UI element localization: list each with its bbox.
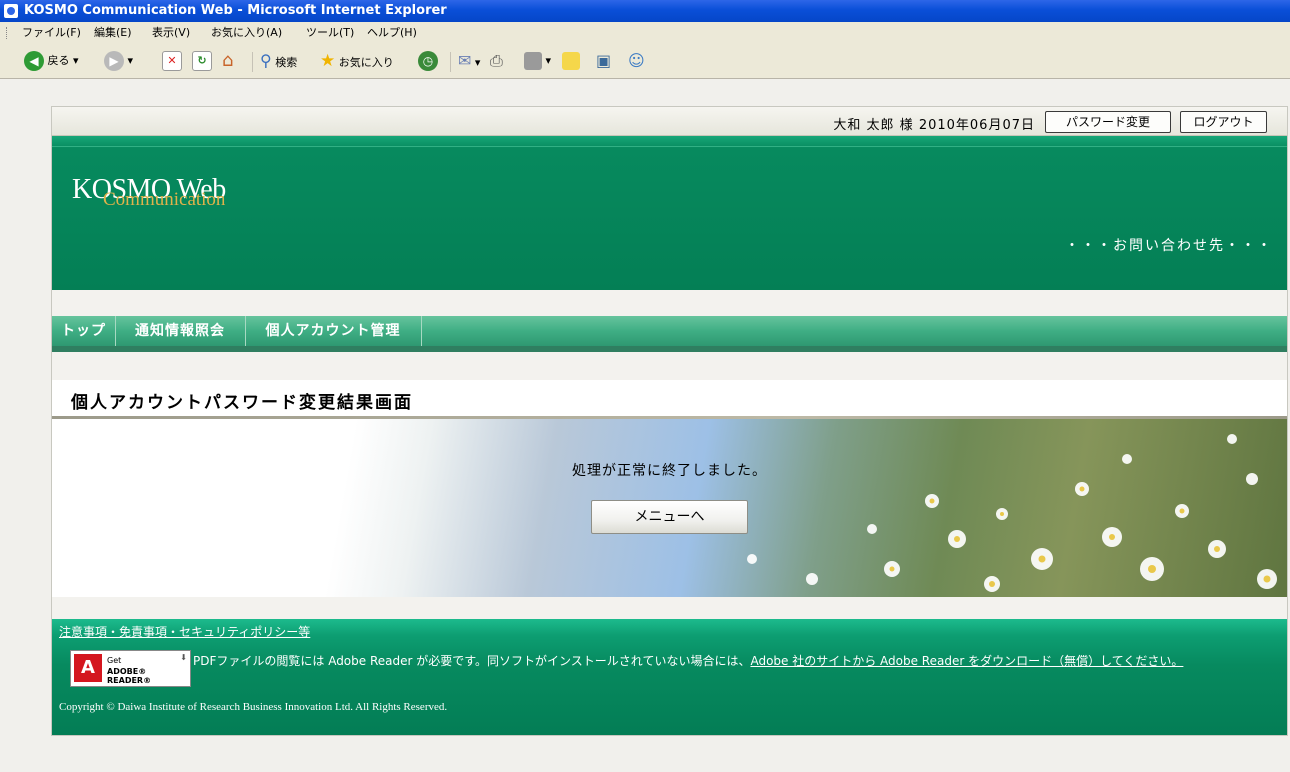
- nav-top[interactable]: トップ: [52, 316, 116, 346]
- menu-view[interactable]: 表示(V): [152, 22, 190, 44]
- discuss-button[interactable]: [562, 50, 580, 72]
- toolbar-separator: [252, 52, 253, 72]
- terms-link[interactable]: 注意事項・免責事項・セキュリティポリシー等: [59, 623, 310, 640]
- result-panel: 処理が正常に終了しました。 メニューへ: [52, 419, 1287, 597]
- stop-button[interactable]: ✕: [162, 50, 182, 72]
- pdf-notice: PDFファイルの閲覧には Adobe Reader が必要です。同ソフトがインス…: [193, 652, 1183, 669]
- refresh-icon: ↻: [192, 51, 212, 71]
- favorites-label: お気に入り: [338, 56, 394, 69]
- toolbar-separator: [450, 52, 451, 72]
- stop-icon: ✕: [162, 51, 182, 71]
- site-footer: 注意事項・免責事項・セキュリティポリシー等 A Get ADOBE® READE…: [52, 619, 1287, 735]
- pdf-icon: A: [74, 654, 102, 682]
- menu-help[interactable]: ヘルプ(H): [367, 22, 417, 44]
- favorites-star-icon: ★: [320, 51, 336, 71]
- header-line: [52, 146, 1287, 147]
- back-label: 戻る: [47, 54, 70, 67]
- edit-button[interactable]: ▾: [524, 50, 551, 72]
- edit-dropdown-icon: ▾: [545, 54, 552, 67]
- mail-dropdown-icon: ▾: [474, 56, 481, 69]
- page-title-bar: 個人アカウントパスワード変更結果画面: [52, 380, 1287, 416]
- adobe-reader-text: ADOBE® READER®: [107, 667, 152, 685]
- page-title: 個人アカウントパスワード変更結果画面: [71, 393, 413, 413]
- user-bar: 大和 太郎 様 2010年06月07日 パスワード変更 ログアウト: [52, 107, 1287, 136]
- search-icon: ⚲: [260, 51, 272, 70]
- adobe-download-link[interactable]: Adobe 社のサイトから Adobe Reader をダウンロード（無償）して…: [750, 654, 1183, 668]
- back-arrow-icon: ◀: [24, 51, 44, 71]
- pdf-notice-text: PDFファイルの閲覧には Adobe Reader が必要です。同ソフトがインス…: [193, 654, 751, 668]
- messenger-icon: ☺: [628, 51, 645, 70]
- back-dropdown-icon: ▾: [73, 54, 79, 67]
- messenger-button[interactable]: ☺: [628, 50, 645, 72]
- spacer: [52, 352, 1287, 380]
- copyright: Copyright © Daiwa Institute of Research …: [59, 701, 448, 713]
- favorites-button[interactable]: ★ お気に入り: [320, 50, 394, 72]
- history-icon: ◷: [418, 51, 438, 71]
- window-title: KOSMO Communication Web - Microsoft Inte…: [24, 3, 447, 18]
- discuss-icon: [562, 52, 580, 70]
- logout-button[interactable]: ログアウト: [1180, 111, 1267, 133]
- menu-file[interactable]: ファイル(F): [22, 22, 81, 44]
- nav-notification-inquiry[interactable]: 通知情報照会: [115, 316, 246, 346]
- menu-favorites[interactable]: お気に入り(A): [211, 22, 282, 44]
- menu-bar: ファイル(F) 編集(E) 表示(V) お気に入り(A) ツール(T) ヘルプ(…: [0, 22, 1290, 45]
- spacer: [52, 290, 1287, 316]
- ie-icon: [4, 4, 18, 18]
- menu-edit[interactable]: 編集(E): [94, 22, 132, 44]
- search-button[interactable]: ⚲ 検索: [260, 50, 297, 72]
- back-to-menu-button[interactable]: メニューへ: [591, 500, 748, 534]
- main-nav: トップ 通知情報照会 個人アカウント管理: [52, 316, 1287, 346]
- search-label: 検索: [275, 56, 298, 69]
- nav-personal-account[interactable]: 個人アカウント管理: [245, 316, 422, 346]
- change-password-button[interactable]: パスワード変更: [1045, 111, 1171, 133]
- logo-sub: Communication: [103, 189, 226, 210]
- window-titlebar: KOSMO Communication Web - Microsoft Inte…: [0, 0, 1290, 22]
- menu-tools[interactable]: ツール(T): [306, 22, 354, 44]
- contact-link[interactable]: ・・・お問い合わせ先・・・: [1065, 235, 1273, 255]
- mail-icon: ✉: [458, 51, 472, 70]
- forward-arrow-icon: ▶: [104, 51, 124, 71]
- back-button[interactable]: ◀ 戻る ▾: [24, 50, 79, 72]
- research-button[interactable]: ▣: [596, 50, 611, 72]
- mail-button[interactable]: ✉ ▾: [458, 50, 480, 72]
- site-header: KOSMO Web Communication ・・・お問い合わせ先・・・: [52, 136, 1287, 290]
- home-icon: ⌂: [222, 50, 234, 71]
- adobe-get-text: Get: [107, 656, 122, 665]
- home-button[interactable]: ⌂: [222, 50, 233, 72]
- forward-dropdown-icon: ▾: [127, 54, 134, 67]
- forward-button[interactable]: ▶ ▾: [104, 50, 133, 72]
- print-button[interactable]: ⎙: [490, 50, 503, 72]
- refresh-button[interactable]: ↻: [192, 50, 212, 72]
- research-icon: ▣: [596, 51, 612, 70]
- print-icon: ⎙: [490, 51, 503, 70]
- page-container: 大和 太郎 様 2010年06月07日 パスワード変更 ログアウト KOSMO …: [51, 106, 1288, 736]
- edit-icon: [524, 52, 542, 70]
- history-button[interactable]: ◷: [418, 50, 438, 72]
- result-message: 処理が正常に終了しました。: [572, 463, 767, 479]
- get-adobe-reader-badge[interactable]: A Get ADOBE® READER® ⬇: [70, 650, 191, 687]
- download-arrow-icon: ⬇: [180, 653, 187, 662]
- menubar-grip: [6, 27, 9, 39]
- toolbar: ◀ 戻る ▾ ▶ ▾ ✕ ↻ ⌂ ⚲ 検索 ★ お気に入り ◷ ✉ ▾ ⎙ ▾ …: [0, 44, 1290, 79]
- user-info: 大和 太郎 様 2010年06月07日: [833, 118, 1035, 133]
- spacer: [52, 597, 1287, 619]
